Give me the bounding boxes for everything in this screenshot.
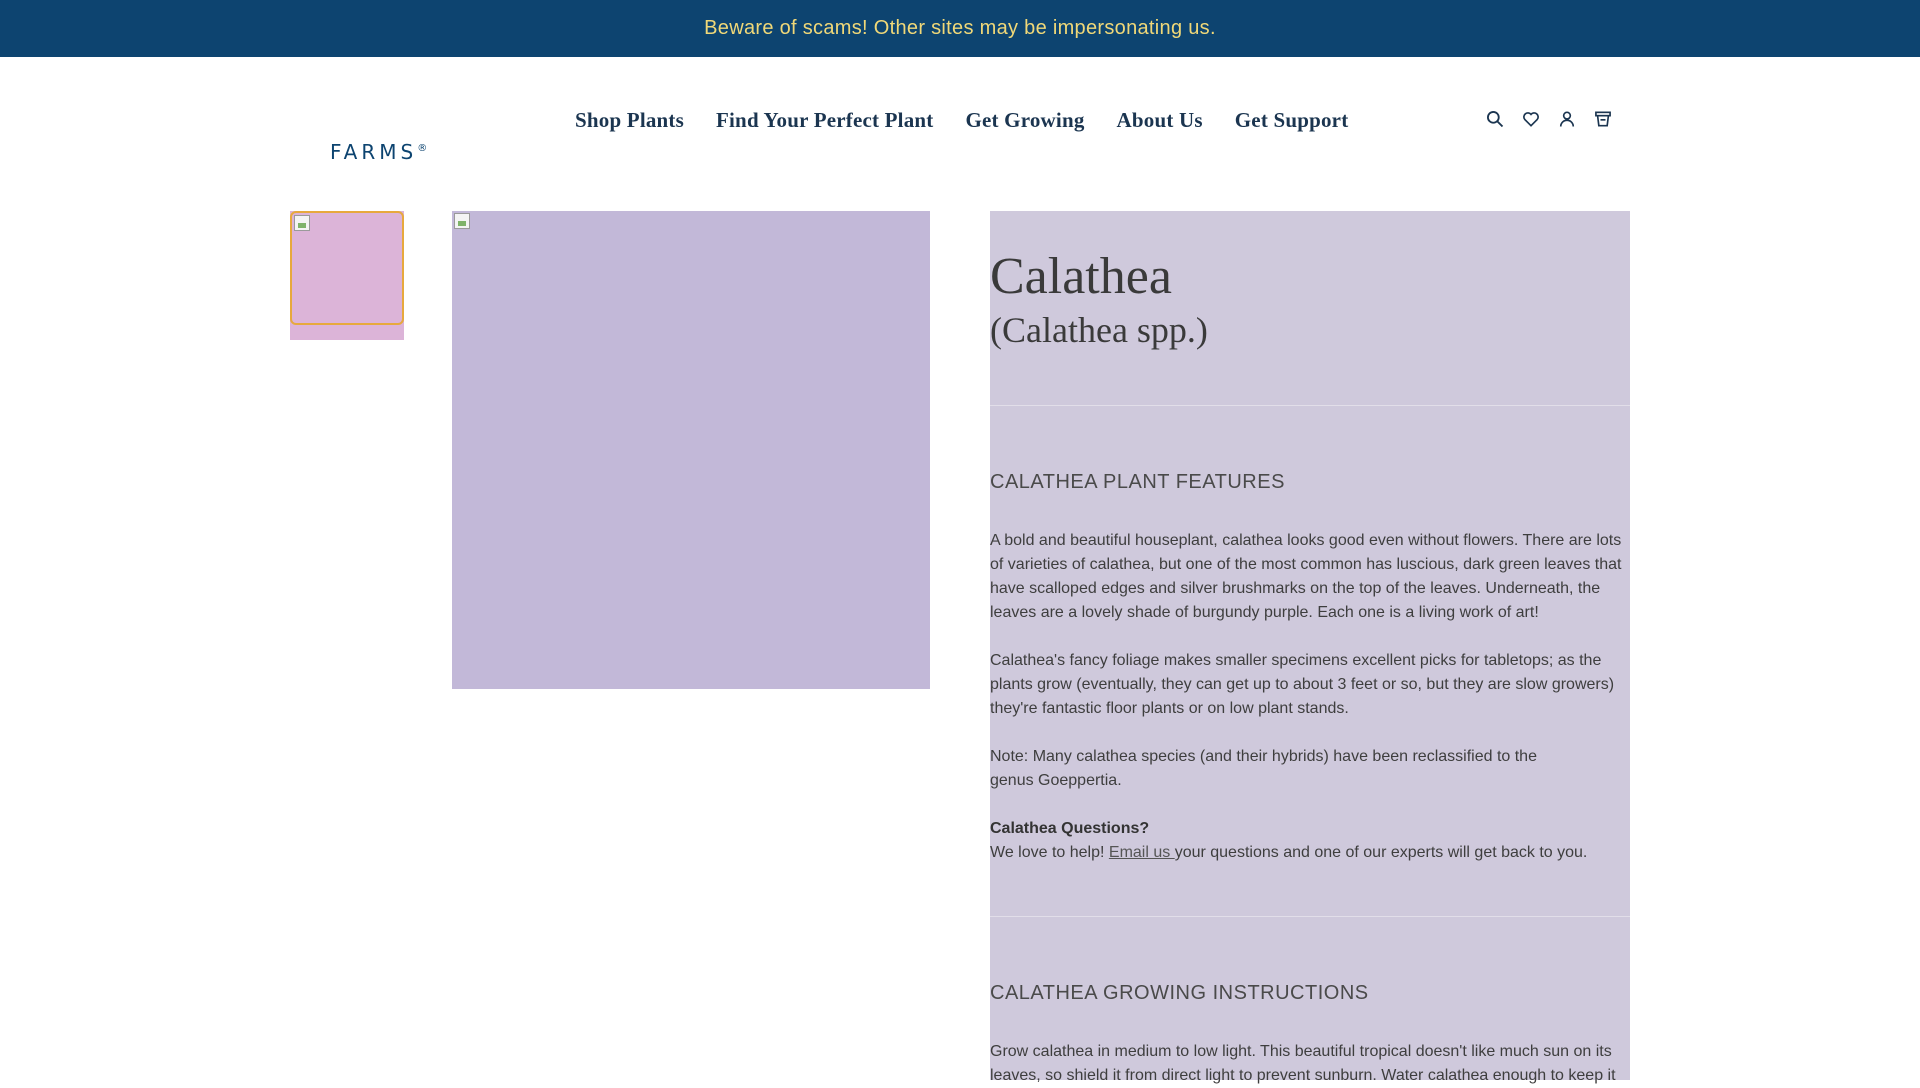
questions-block: Calathea Questions? We love to help! Ema… xyxy=(990,817,1626,865)
features-heading: Calathea Plant Features xyxy=(990,471,1285,493)
logo-trademark: ® xyxy=(417,143,428,154)
note-line-2: genus Goeppertia. xyxy=(990,772,1122,789)
farms-logo[interactable]: FARMS® xyxy=(330,140,427,164)
account-icon[interactable] xyxy=(1556,108,1578,130)
product-title: Calathea xyxy=(990,248,1172,305)
nav-find-your-perfect-plant[interactable]: Find Your Perfect Plant xyxy=(716,108,933,133)
nav-about-us[interactable]: About Us xyxy=(1117,108,1203,133)
heart-icon[interactable] xyxy=(1520,108,1542,130)
email-us-link[interactable]: Email us xyxy=(1109,844,1175,861)
search-icon[interactable] xyxy=(1484,108,1506,130)
features-paragraph-2: Calathea's fancy foliage makes smaller s… xyxy=(990,652,1615,717)
main-product-image[interactable] xyxy=(452,211,930,689)
questions-title: Calathea Questions? xyxy=(990,820,1150,837)
banner-text: Beware of scams! Other sites may be impe… xyxy=(704,17,1216,39)
nav-get-support[interactable]: Get Support xyxy=(1235,108,1349,133)
nav-get-growing[interactable]: Get Growing xyxy=(965,108,1084,133)
cart-icon[interactable] xyxy=(1592,108,1614,130)
scam-warning-banner: Beware of scams! Other sites may be impe… xyxy=(0,0,1920,57)
nav-shop-plants[interactable]: Shop Plants xyxy=(575,108,684,133)
broken-image-icon xyxy=(454,213,470,229)
divider xyxy=(990,916,1630,917)
growing-paragraph-1: Grow calathea in medium to low light. Th… xyxy=(990,1043,1616,1084)
note-line-1: Note: Many calathea species (and their h… xyxy=(990,748,1537,765)
broken-image-icon xyxy=(294,215,310,231)
thumbnail-strip xyxy=(290,211,404,340)
features-paragraph-1: A bold and beautiful houseplant, calathe… xyxy=(990,532,1622,621)
help-text-after: your questions and one of our experts wi… xyxy=(1174,844,1588,861)
botanical-name: (Calathea spp.) xyxy=(990,310,1208,350)
logo-text: FARMS xyxy=(330,140,418,164)
main-nav: Shop Plants Find Your Perfect Plant Get … xyxy=(575,106,1348,134)
help-text-before: We love to help! xyxy=(990,844,1109,861)
product-details: Calathea (Calathea spp.) Calathea Plant … xyxy=(990,211,1630,1084)
product-thumbnail[interactable] xyxy=(290,211,404,325)
divider xyxy=(990,405,1630,406)
growing-heading: Calathea Growing Instructions xyxy=(990,982,1369,1004)
header-icons xyxy=(1484,108,1614,130)
features-note: Note: Many calathea species (and their h… xyxy=(990,745,1626,793)
